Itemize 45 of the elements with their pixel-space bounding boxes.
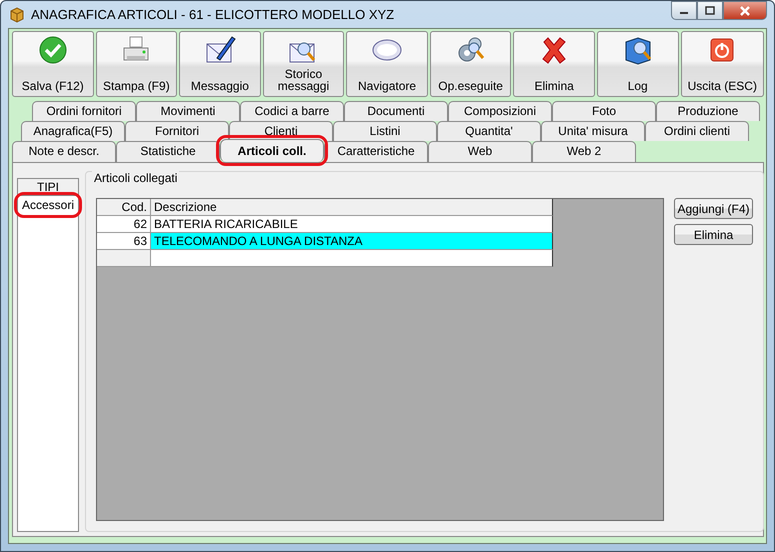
tab[interactable]: Note e descr. [12, 141, 116, 162]
toolbar-button[interactable]: Log [596, 31, 678, 97]
tab[interactable]: Statistiche [116, 141, 220, 162]
tab[interactable]: Unita' misura [541, 121, 645, 141]
tab[interactable]: Codici a barre [240, 101, 344, 121]
tab[interactable]: Produzione [656, 101, 760, 121]
close-icon [739, 6, 751, 16]
toolbar-button[interactable]: Navigatore [346, 31, 428, 97]
toolbar-button[interactable]: Salva (F12) [12, 31, 94, 97]
minimize-button[interactable] [671, 1, 697, 20]
close-button[interactable] [723, 1, 767, 20]
tab[interactable]: Anagrafica(F5) [21, 121, 125, 141]
column-header: Descrizione [151, 199, 554, 216]
row-header [97, 250, 152, 267]
tab[interactable]: Ordini fornitori [32, 101, 136, 121]
tab[interactable]: Caratteristiche [324, 141, 428, 162]
push-button[interactable]: Elimina [674, 224, 754, 245]
tab[interactable]: Web 2 [532, 141, 636, 162]
tab[interactable]: Foto [552, 101, 656, 121]
maximize-icon [705, 6, 715, 15]
window-title: ANAGRAFICA ARTICOLI - 61 - ELICOTTERO MODELLO XYZ [31, 7, 396, 22]
toolbar-button[interactable]: Storico messaggi [262, 31, 344, 97]
tab[interactable]: Ordini clienti [645, 121, 749, 141]
tab[interactable]: Web [428, 141, 532, 162]
tab[interactable]: Movimenti [136, 101, 240, 121]
push-button[interactable]: Aggiungi (F4) [674, 198, 754, 219]
table-cell: 63 [97, 233, 152, 250]
check-icon [36, 34, 69, 66]
table-cell: TELECOMANDO A LUNGA DISTANZA [151, 233, 554, 250]
toolbar-button[interactable]: Elimina [513, 31, 595, 97]
toolbar-button[interactable]: Messaggio [179, 31, 261, 97]
toolbar-button[interactable]: Op.eseguite [430, 31, 512, 97]
tab[interactable]: Composizioni [448, 101, 552, 121]
toolbar-button[interactable]: Uscita (ESC) [680, 31, 764, 97]
maximize-button[interactable] [697, 1, 723, 20]
table-cell: 62 [97, 216, 152, 233]
tab[interactable]: Documenti [344, 101, 448, 121]
toolbar-button[interactable]: Stampa (F9) [96, 31, 178, 97]
tab[interactable]: Quantita' [437, 121, 541, 141]
tab[interactable]: Listini [333, 121, 437, 141]
group-title: Articoli collegati [92, 171, 180, 185]
column-header: Cod. [97, 199, 152, 216]
box-icon [9, 6, 25, 22]
tab[interactable]: Fornitori [125, 121, 229, 141]
table-cell: BATTERIA RICARICABILE [151, 216, 554, 233]
